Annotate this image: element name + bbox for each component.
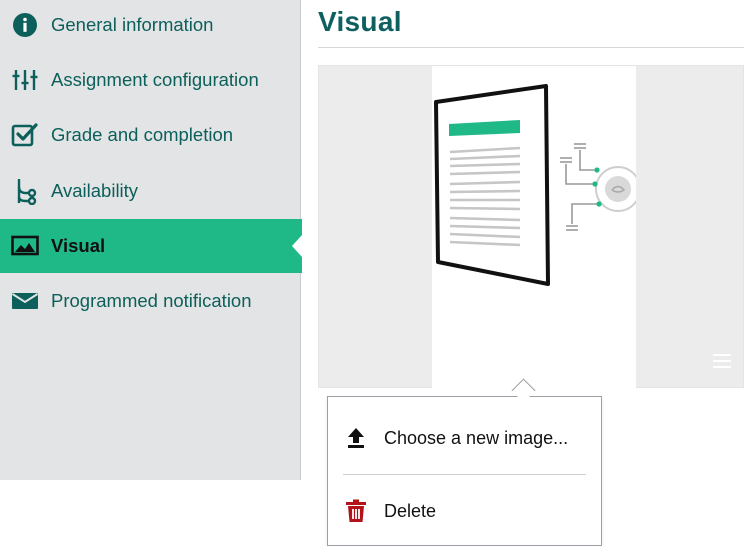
sidebar-item-assignment-configuration[interactable]: Assignment configuration — [0, 53, 300, 107]
image-icon — [11, 232, 39, 260]
sidebar-item-label: Grade and completion — [51, 124, 234, 145]
sidebar-item-label: General information — [51, 14, 214, 35]
branch-icon — [11, 177, 39, 205]
trash-icon — [344, 499, 368, 523]
sidebar-item-label: Assignment configuration — [51, 69, 259, 90]
sidebar-item-label: Visual — [51, 235, 106, 256]
visual-preview[interactable] — [318, 65, 744, 388]
info-icon — [11, 11, 39, 39]
sidebar-item-general-information[interactable]: General information — [0, 0, 300, 52]
upload-icon — [344, 426, 368, 450]
sidebar-item-grade-and-completion[interactable]: Grade and completion — [0, 108, 300, 162]
sidebar-item-label: Availability — [51, 180, 139, 201]
delete-menu-item[interactable]: Delete — [328, 489, 601, 533]
document-illustration — [432, 66, 636, 388]
sliders-icon — [11, 66, 39, 94]
hamburger-menu-icon[interactable] — [713, 354, 731, 368]
choose-new-image-menu-item[interactable]: Choose a new image... — [328, 416, 601, 460]
checkbox-icon — [11, 121, 39, 149]
menu-divider — [343, 474, 586, 475]
menu-item-label: Choose a new image... — [384, 427, 569, 448]
envelope-icon — [11, 287, 39, 315]
sidebar-item-availability[interactable]: Availability — [0, 164, 300, 218]
active-indicator — [292, 235, 302, 257]
sidebar-item-programmed-notification[interactable]: Programmed notification — [0, 274, 300, 328]
sidebar-item-visual[interactable]: Visual — [0, 219, 302, 273]
sidebar-item-label: Programmed notification — [51, 290, 252, 311]
sidebar: General information Assignment configura… — [0, 0, 302, 480]
image-options-menu: Choose a new image... Delete — [327, 396, 602, 546]
title-divider — [318, 47, 744, 48]
menu-item-label: Delete — [384, 500, 437, 521]
page-title: Visual — [318, 6, 402, 37]
